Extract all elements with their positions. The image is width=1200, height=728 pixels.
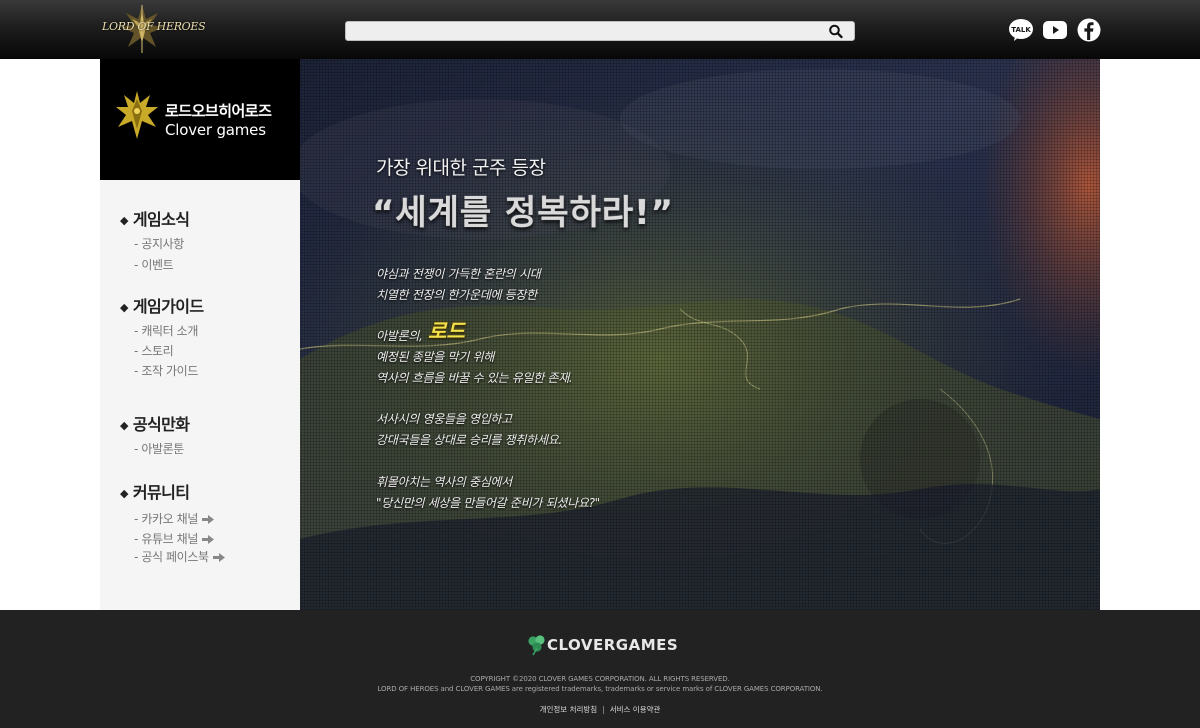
facebook-icon (1077, 18, 1101, 42)
kakaotalk-icon: TALK (1009, 19, 1033, 41)
nav-item-controls-guide[interactable]: - 조작 가이드 (134, 362, 198, 379)
nav-section-official-comic[interactable]: ◆ 공식만화 (120, 411, 190, 435)
terms-of-service-link[interactable]: 서비스 이용약관 (610, 705, 661, 714)
footer-links: 개인정보 처리방침 | 서비스 이용약관 (0, 704, 1200, 715)
hero-text-line: "당신만의 세상을 만들어갈 준비가 되셨나요?" (376, 496, 600, 510)
nav-item-event[interactable]: - 이벤트 (134, 256, 174, 273)
game-title: 로드오브히어로즈 (165, 102, 272, 120)
diamond-bullet-icon: ◆ (120, 487, 128, 500)
hero-text-line: 아발론의, (376, 329, 423, 343)
copyright-text: COPYRIGHT ©2020 CLOVER GAMES CORPORATION… (470, 675, 730, 683)
footer: CLOVERGAMES COPYRIGHT ©2020 CLOVER GAMES… (0, 610, 1200, 728)
nav-item-story[interactable]: - 스토리 (134, 342, 174, 359)
nav-item-label: - 유튜브 채널 (134, 532, 198, 546)
clover-games-wordmark: CLOVERGAMES (547, 636, 679, 654)
nav-item-characters[interactable]: - 캐릭터 소개 (134, 322, 198, 339)
hero-banner: 가장 위대한 군주 등장 “세계를 정복하라!” 야심과 전쟁이 가득한 혼란의… (300, 59, 1100, 610)
logo-text: LORD OF HEROES (102, 20, 206, 33)
hero-highlight-lord: 로드 (428, 319, 465, 343)
youtube-icon (1043, 21, 1067, 39)
search-input[interactable] (352, 22, 816, 42)
hero-text-line: 야심과 전쟁이 가득한 혼란의 시대 (376, 267, 541, 281)
hero-text-line: 강대국들을 상대로 승리를 쟁취하세요. (376, 433, 562, 447)
hero-title: “세계를 정복하라!” (372, 193, 674, 233)
svg-text:TALK: TALK (1011, 26, 1031, 34)
brand-emblem-icon (114, 89, 160, 141)
company-name: Clover games (165, 121, 266, 139)
nav-item-official-facebook[interactable]: - 공식 페이스북 (134, 548, 225, 565)
nav-section-label: 커뮤니티 (132, 483, 190, 502)
nav-section-label: 게임가이드 (132, 297, 204, 316)
nav-section-game-guide[interactable]: ◆ 게임가이드 (120, 293, 204, 317)
youtube-button[interactable] (1043, 18, 1067, 42)
nav-section-label: 공식만화 (132, 415, 190, 434)
external-arrow-icon (201, 513, 214, 527)
nav-section-game-news[interactable]: ◆ 게임소식 (120, 206, 190, 230)
diamond-bullet-icon: ◆ (120, 301, 128, 314)
kakaotalk-button[interactable]: TALK (1009, 18, 1033, 42)
search-icon (829, 24, 843, 39)
hero-subtitle: 가장 위대한 군주 등장 (376, 157, 546, 179)
lord-of-heroes-logo[interactable]: LORD OF HEROES (100, 3, 206, 55)
search-bar[interactable] (345, 21, 855, 42)
diamond-bullet-icon: ◆ (120, 419, 128, 432)
nav-item-notice[interactable]: - 공지사항 (134, 235, 184, 252)
nav-item-avalon-toon[interactable]: - 아발론툰 (134, 440, 184, 457)
clover-games-logo: CLOVERGAMES (527, 634, 679, 656)
diamond-bullet-icon: ◆ (120, 214, 128, 227)
facebook-button[interactable] (1077, 18, 1101, 42)
search-button[interactable] (828, 24, 844, 39)
nav-item-youtube-channel[interactable]: - 유튜브 채널 (134, 530, 214, 547)
hero-text-line: 서사시의 영웅들을 영입하고 (376, 412, 512, 426)
hero-text-line: 휘몰아치는 역사의 중심에서 (376, 475, 512, 489)
nav-item-kakao-channel[interactable]: - 카카오 채널 (134, 510, 214, 527)
nav-item-label: - 공식 페이스북 (134, 550, 209, 564)
top-bar: LORD OF HEROES TALK (0, 0, 1200, 59)
external-arrow-icon (212, 551, 225, 565)
privacy-policy-link[interactable]: 개인정보 처리방침 (540, 705, 598, 714)
link-separator: | (602, 705, 605, 714)
nav-section-label: 게임소식 (132, 210, 190, 229)
game-brand-panel: 로드오브히어로즈 Clover games (100, 59, 300, 180)
clover-leaf-icon (528, 635, 545, 656)
hero-text-line: 역사의 흐름을 바꿀 수 있는 유일한 존재. (376, 371, 573, 385)
external-arrow-icon (201, 533, 214, 547)
sidebar-nav: ◆ 게임소식 - 공지사항 - 이벤트 ◆ 게임가이드 - 캐릭터 소개 - 스토리… (100, 180, 300, 610)
hero-text-line: 치열한 전장의 한가운데에 등장한 (376, 288, 537, 302)
nav-item-label: - 카카오 채널 (134, 512, 198, 526)
hero-text-line: 예정된 종말을 막기 위해 (376, 350, 494, 364)
trademark-text: LORD OF HEROES and CLOVER GAMES are regi… (377, 685, 823, 693)
nav-section-community[interactable]: ◆ 커뮤니티 (120, 479, 190, 503)
